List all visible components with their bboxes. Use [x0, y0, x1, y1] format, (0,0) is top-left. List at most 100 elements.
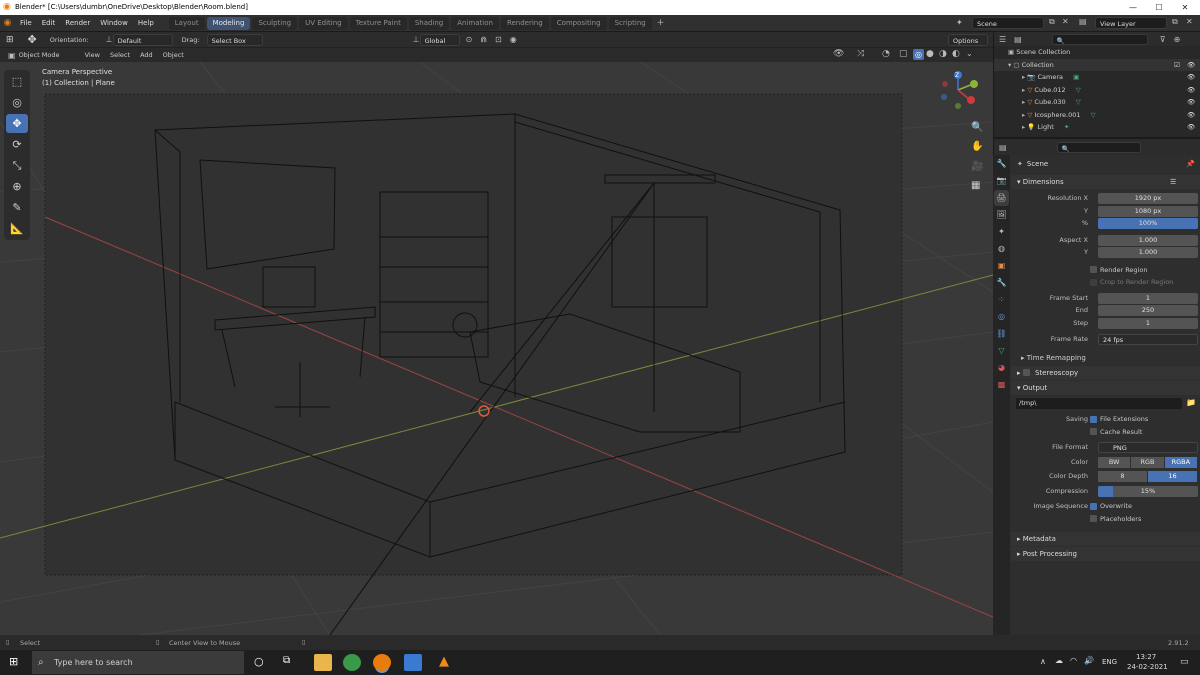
options-dropdown[interactable]: Options: [948, 34, 988, 46]
tab-animation[interactable]: Animation: [451, 16, 499, 30]
file-format-dropdown[interactable]: PNG: [1098, 442, 1198, 453]
expand-icon[interactable]: ▸: [1022, 111, 1025, 119]
select-box-tool[interactable]: ⬚: [6, 72, 28, 91]
view-layer-tab-icon[interactable]: 🖼: [994, 207, 1009, 223]
particles-tab-icon[interactable]: ⁘: [994, 292, 1009, 308]
task-view-icon[interactable]: ⧉: [283, 655, 290, 666]
maximize-button[interactable]: ☐: [1146, 1, 1172, 14]
delete-scene-icon[interactable]: ✕: [1062, 17, 1069, 26]
tab-uv-editing[interactable]: UV Editing: [299, 16, 348, 30]
render-tab-icon[interactable]: 📷: [994, 173, 1009, 189]
tab-layout[interactable]: Layout: [168, 16, 205, 30]
menu-edit[interactable]: Edit: [37, 15, 61, 32]
light-data-icon[interactable]: ✦: [1064, 123, 1069, 131]
tab-sculpting[interactable]: Sculpting: [252, 16, 298, 30]
menu-render[interactable]: Render: [60, 15, 95, 32]
metadata-section-header[interactable]: ▸ Metadata: [1011, 532, 1200, 546]
tab-modeling[interactable]: Modeling: [206, 16, 251, 30]
resolution-percent-slider[interactable]: 100%: [1098, 218, 1198, 229]
collection-expand-icon[interactable]: ▾: [1008, 61, 1011, 69]
modifier-tab-icon[interactable]: 🔧: [994, 275, 1009, 291]
file-extensions-checkbox[interactable]: [1090, 415, 1097, 423]
tab-shading[interactable]: Shading: [408, 16, 450, 30]
menu-add[interactable]: Add: [137, 51, 156, 59]
active-tool-icon[interactable]: ✥: [28, 33, 37, 46]
menu-select[interactable]: Select: [107, 51, 133, 59]
new-collection-icon[interactable]: ⊕: [1174, 35, 1181, 44]
properties-search-input[interactable]: 🔍: [1056, 141, 1141, 153]
vlc-icon[interactable]: ▲: [435, 654, 453, 671]
orientation-dropdown[interactable]: Default: [112, 33, 173, 46]
color-rgb-button[interactable]: RGB: [1131, 456, 1165, 468]
cortana-icon[interactable]: ○: [254, 655, 264, 668]
photos-icon[interactable]: [404, 654, 422, 671]
scale-tool[interactable]: ⤡: [6, 156, 28, 175]
pin-icon[interactable]: 📌: [1186, 160, 1195, 168]
constraints-tab-icon[interactable]: ⛓: [994, 326, 1009, 342]
resolution-y-field[interactable]: 1080 px: [1098, 205, 1198, 217]
cursor-tool[interactable]: ◎: [6, 93, 28, 112]
notifications-icon[interactable]: ▭: [1180, 657, 1189, 667]
close-button[interactable]: ✕: [1172, 1, 1198, 14]
chrome-icon[interactable]: [343, 654, 361, 671]
crop-region-checkbox[interactable]: [1090, 278, 1097, 286]
taskbar-search-box[interactable]: ⌕ Type here to search: [32, 651, 244, 674]
drag-dropdown[interactable]: Select Box: [206, 33, 263, 46]
expand-icon[interactable]: ▸: [1022, 86, 1025, 94]
scene-collection-row[interactable]: ▣ Scene Collection: [994, 46, 1200, 59]
outliner-search-input[interactable]: 🔍: [1051, 33, 1148, 45]
folder-icon[interactable]: 📁: [1186, 398, 1196, 407]
collection-visibility-icon[interactable]: 👁: [1187, 59, 1195, 72]
3d-viewport[interactable]: Z Camera Perspective (1) Collection | Pl…: [0, 62, 993, 635]
file-explorer-icon[interactable]: [314, 654, 332, 671]
menu-file[interactable]: File: [15, 15, 37, 32]
menu-object[interactable]: Object: [160, 51, 187, 59]
data-tab-icon[interactable]: ▽: [994, 343, 1009, 359]
rendered-shading-icon[interactable]: ◐: [952, 49, 960, 59]
world-tab-icon[interactable]: ◍: [994, 241, 1009, 257]
resolution-x-field[interactable]: 1920 px: [1098, 193, 1198, 204]
wireframe-shading-icon[interactable]: ◎: [913, 49, 924, 60]
shading-options-icon[interactable]: ⌄: [966, 49, 973, 58]
snap-target-icon[interactable]: ⊡: [495, 35, 502, 44]
scene-selector[interactable]: Scene: [972, 17, 1044, 29]
overwrite-checkbox[interactable]: [1090, 502, 1097, 510]
presets-list-icon[interactable]: ☰: [1170, 175, 1176, 189]
outliner-editor-icon[interactable]: ☰: [999, 35, 1006, 44]
expand-icon[interactable]: ▸: [1022, 123, 1025, 131]
visibility-icon[interactable]: 👁: [1187, 84, 1195, 97]
crop-region-row[interactable]: Crop to Render Region: [1011, 276, 1200, 289]
menu-help[interactable]: Help: [133, 15, 159, 32]
outliner-row-light[interactable]: ▸ 💡 Light ✦ 👁: [994, 121, 1200, 134]
camera-view-icon[interactable]: 🎥: [971, 161, 983, 172]
pan-hand-icon[interactable]: ✋: [971, 141, 983, 152]
visibility-icon[interactable]: 👁: [833, 49, 844, 59]
cloud-icon[interactable]: ☁: [1055, 656, 1063, 665]
volume-icon[interactable]: 🔊: [1084, 656, 1094, 665]
depth-16-button[interactable]: 16: [1148, 471, 1198, 482]
physics-tab-icon[interactable]: ◎: [994, 309, 1009, 325]
transform-orientation-dropdown[interactable]: Global: [419, 33, 460, 46]
viewport-canvas[interactable]: Z: [0, 62, 993, 635]
visibility-icon[interactable]: 👁: [1187, 109, 1195, 122]
menu-view[interactable]: View: [82, 51, 103, 59]
minimize-button[interactable]: —: [1120, 1, 1146, 14]
copy-scene-icon[interactable]: ⧉: [1049, 17, 1055, 27]
zoom-icon[interactable]: 🔍: [971, 122, 983, 133]
annotate-tool[interactable]: ✎: [6, 198, 28, 217]
move-tool[interactable]: ✥: [6, 114, 28, 133]
blender-taskbar-icon[interactable]: [373, 654, 391, 671]
stereoscopy-checkbox[interactable]: [1022, 369, 1030, 376]
menu-window[interactable]: Window: [95, 15, 133, 32]
overlays-icon[interactable]: ◔: [882, 49, 890, 59]
transform-tool[interactable]: ⊕: [6, 177, 28, 196]
frame-rate-dropdown[interactable]: 24 fps: [1098, 334, 1198, 345]
outliner-row-icosphere[interactable]: ▸ ▽ Icosphere.001 ▽ 👁: [994, 109, 1200, 122]
frame-end-field[interactable]: 250: [1098, 305, 1198, 316]
windows-start-icon[interactable]: ⊞: [9, 655, 18, 668]
gizmo-icon[interactable]: ⤨: [857, 49, 864, 59]
expand-icon[interactable]: ▸: [1022, 73, 1025, 81]
tray-chevron-up-icon[interactable]: ∧: [1040, 657, 1046, 666]
time-remapping-header[interactable]: ▸ Time Remapping: [1011, 351, 1200, 365]
cache-result-row[interactable]: Cache Result: [1011, 427, 1200, 440]
